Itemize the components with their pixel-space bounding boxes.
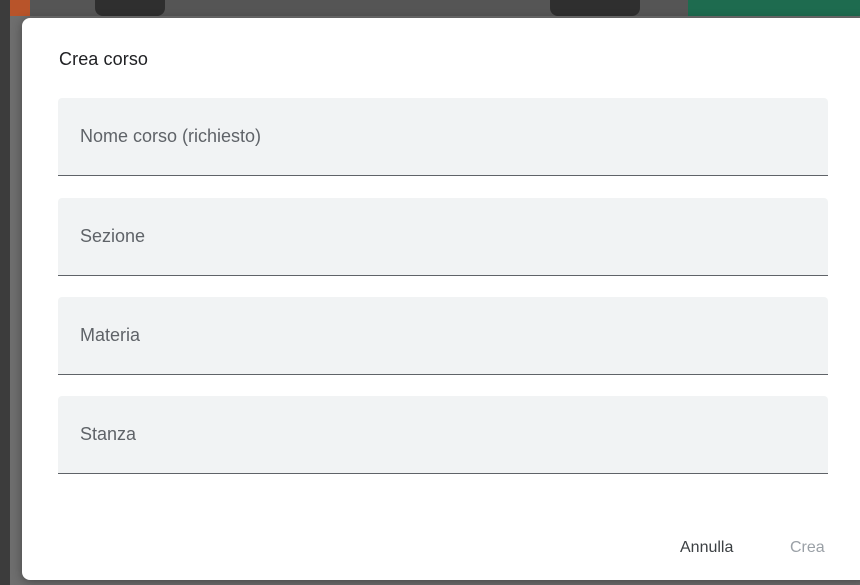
subject-field[interactable] — [58, 297, 828, 375]
course-name-field[interactable] — [58, 98, 828, 176]
section-input[interactable] — [58, 198, 828, 275]
course-name-input[interactable] — [58, 98, 828, 175]
dialog-title: Crea corso — [59, 49, 149, 69]
background-tab — [550, 0, 640, 16]
background-edge — [0, 0, 10, 585]
room-field[interactable] — [58, 396, 828, 474]
background-banner — [688, 0, 860, 16]
create-button[interactable]: Crea — [790, 530, 825, 566]
room-input[interactable] — [58, 396, 828, 473]
background-tab — [95, 0, 165, 16]
subject-input[interactable] — [58, 297, 828, 374]
section-field[interactable] — [58, 198, 828, 276]
cancel-button[interactable]: Annulla — [680, 530, 733, 566]
create-course-dialog: Crea corso Annulla Crea — [22, 18, 860, 580]
